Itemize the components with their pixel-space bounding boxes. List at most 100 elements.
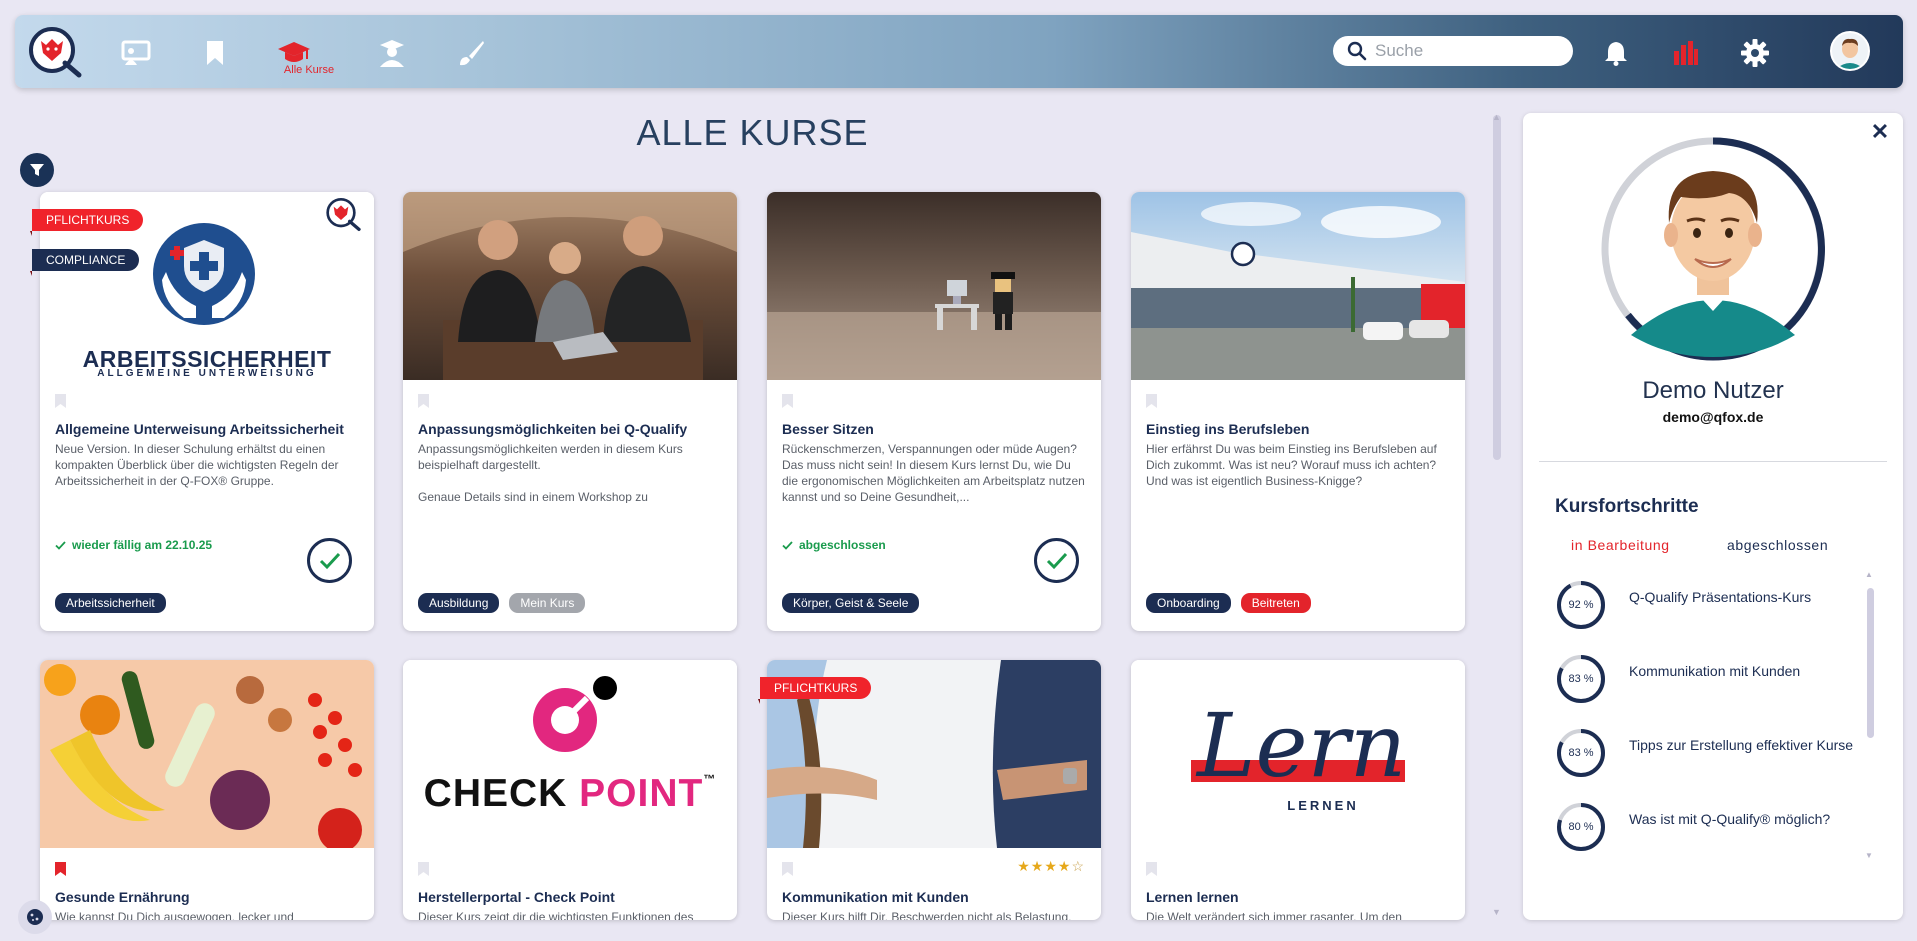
course-card-anpassungsmoeglichkeiten[interactable]: Anpassungsmöglichkeiten bei Q-Qualify An… <box>403 192 737 631</box>
course-tag[interactable]: Ausbildung <box>418 593 500 613</box>
filter-icon <box>30 164 44 176</box>
course-tag[interactable]: Onboarding <box>1146 593 1231 613</box>
star-icon: ★ <box>1057 858 1072 874</box>
course-title: Gesunde Ernährung <box>55 889 190 905</box>
scroll-down-arrow-icon[interactable]: ▼ <box>1865 851 1873 860</box>
course-description: Dieser Kurs zeigt dir die wichtigsten Fu… <box>418 910 694 920</box>
progress-percent: 83 % <box>1568 747 1594 759</box>
search-input[interactable] <box>1375 41 1565 61</box>
presentation-icon[interactable] <box>116 35 156 71</box>
progress-item[interactable]: 80 % Was ist mit Q-Qualify® möglich? <box>1555 801 1855 875</box>
teacher-icon[interactable] <box>372 35 412 71</box>
course-card-gesunde-ernaehrung[interactable]: Gesunde Ernährung Wie kannst Du Dich aus… <box>40 660 374 920</box>
bookmark-icon[interactable] <box>1146 394 1157 408</box>
logo-subheading: ALLGEMEINE UNTERWEISUNG <box>97 368 317 379</box>
course-description: Dieser Kurs hilft Dir, Beschwerden nicht… <box>782 910 1072 920</box>
course-tag[interactable]: Mein Kurs <box>509 593 586 613</box>
safety-hands-icon <box>153 223 255 325</box>
course-description: Die Welt verändert sich immer rasanter. … <box>1146 910 1402 920</box>
top-navigation-bar: Alle Kurse <box>15 15 1903 88</box>
course-title: Anpassungsmöglichkeiten bei Q-Qualify <box>418 421 688 437</box>
progress-percent: 83 % <box>1568 673 1594 685</box>
profile-email: demo@qfox.de <box>1662 409 1764 425</box>
progress-item[interactable]: 83 % Kommunikation mit Kunden <box>1555 653 1855 727</box>
bookmark-icon[interactable] <box>418 862 429 876</box>
brush-icon[interactable] <box>451 35 491 71</box>
cookie-settings-button[interactable] <box>18 900 52 934</box>
progress-list-scrollbar[interactable] <box>1867 588 1874 738</box>
search-bar[interactable] <box>1333 36 1573 66</box>
bookmark-icon[interactable] <box>782 394 793 408</box>
page-title: ALLE KURSE <box>636 112 869 153</box>
scroll-up-arrow-icon[interactable]: ▲ <box>1865 570 1873 579</box>
course-status: abgeschlossen <box>782 538 886 552</box>
check-icon <box>782 540 793 550</box>
close-icon[interactable]: ✕ <box>1869 121 1891 143</box>
bookmark-icon[interactable] <box>195 35 235 71</box>
divider <box>1539 461 1887 462</box>
star-icon: ★ <box>1030 858 1045 874</box>
scroll-up-arrow-icon[interactable]: ▲ <box>1492 112 1501 122</box>
course-status-text: abgeschlossen <box>799 538 886 552</box>
bookmark-icon[interactable] <box>418 394 429 408</box>
gear-icon[interactable] <box>1739 37 1771 69</box>
bookmark-icon[interactable] <box>782 862 793 876</box>
bookmark-icon[interactable] <box>55 862 66 876</box>
course-image <box>40 660 374 848</box>
profile-name: Demo Nutzer <box>1642 377 1784 404</box>
progress-course-label: Q-Qualify Präsentations-Kurs <box>1629 589 1812 605</box>
progress-course-label: Kommunikation mit Kunden <box>1629 663 1801 679</box>
bell-icon[interactable] <box>1600 37 1632 69</box>
course-description: Wie kannst Du Dich ausgewogen, lecker un… <box>55 910 294 920</box>
course-card-einstieg-berufsleben[interactable]: Einstieg ins Berufsleben Hier erfährst D… <box>1131 192 1465 631</box>
tab-in-progress[interactable]: in Bearbeitung <box>1571 537 1670 553</box>
join-course-button[interactable]: Beitreten <box>1240 593 1311 613</box>
progress-item[interactable]: 92 % Q-Qualify Präsentations-Kurs <box>1555 579 1855 653</box>
course-description: Anpassungsmöglichkeiten werden in diesem… <box>418 442 683 503</box>
bookmark-icon[interactable] <box>55 394 66 408</box>
progress-course-label: Tipps zur Erstellung effektiver Kurse <box>1629 737 1854 753</box>
qfox-logo[interactable] <box>27 25 83 79</box>
course-title: Kommunikation mit Kunden <box>782 889 969 905</box>
svg-text:Lernen: Lernen <box>1195 694 1409 797</box>
bookmark-icon[interactable] <box>1146 862 1157 876</box>
course-title: Lernen lernen <box>1146 889 1239 905</box>
rating-stars: ★★★★☆ <box>1017 858 1085 875</box>
course-card-kommunikation-kunden[interactable]: ★★★★☆ Kommunikation mit Kunden Dieser Ku… <box>767 660 1101 920</box>
course-card-besser-sitzen[interactable]: Besser Sitzen Rückenschmerzen, Verspannu… <box>767 192 1101 631</box>
completed-check-icon <box>307 538 352 583</box>
course-description: Rückenschmerzen, Verspannungen oder müde… <box>782 442 1085 503</box>
check-point-logo-text: CHECK POINT™ <box>423 772 717 815</box>
filter-button[interactable] <box>20 153 54 187</box>
star-icon: ★ <box>1044 858 1058 874</box>
qfox-small-logo <box>326 198 361 231</box>
check-icon <box>55 540 66 550</box>
search-icon <box>1347 41 1367 61</box>
course-tag[interactable]: Arbeitssicherheit <box>55 593 166 613</box>
progress-item[interactable]: 83 % Tipps zur Erstellung effektiver Kurs… <box>1555 727 1855 801</box>
course-description: Neue Version. In dieser Schulung erhälts… <box>55 442 339 488</box>
mandatory-ribbon: PFLICHTKURS <box>757 677 872 704</box>
course-image: CHECK POINT™ <box>403 660 737 848</box>
progress-title: Kursfortschritte <box>1555 496 1699 517</box>
course-title: Einstieg ins Berufsleben <box>1146 421 1310 437</box>
check-point-logo-mark <box>533 676 617 752</box>
star-icon: ☆ <box>1071 858 1085 874</box>
course-list-scrollbar[interactable] <box>1493 115 1501 460</box>
course-image <box>403 192 737 380</box>
course-tag[interactable]: Körper, Geist & Seele <box>782 593 920 613</box>
course-title: Allgemeine Unterweisung Arbeitssicherhei… <box>55 421 344 437</box>
course-image <box>767 192 1101 380</box>
progress-course-label: Was ist mit Q-Qualify® möglich? <box>1629 811 1831 827</box>
course-card-lernen-lernen[interactable]: Lernen LERNEN Lernen lernen Die Welt ver… <box>1131 660 1465 920</box>
course-image: Lernen LERNEN <box>1131 660 1465 848</box>
scroll-down-arrow-icon[interactable]: ▼ <box>1492 907 1501 917</box>
tab-completed[interactable]: abgeschlossen <box>1727 537 1828 553</box>
completed-check-icon <box>1034 538 1079 583</box>
cookie-icon <box>27 909 43 925</box>
course-status: wieder fällig am 22.10.25 <box>55 538 212 552</box>
course-card-check-point[interactable]: CHECK POINT™ Herstellerportal - Check Po… <box>403 660 737 920</box>
avatar[interactable] <box>1830 31 1870 71</box>
course-status-text: wieder fällig am 22.10.25 <box>72 538 213 552</box>
bar-chart-icon[interactable] <box>1669 37 1701 69</box>
